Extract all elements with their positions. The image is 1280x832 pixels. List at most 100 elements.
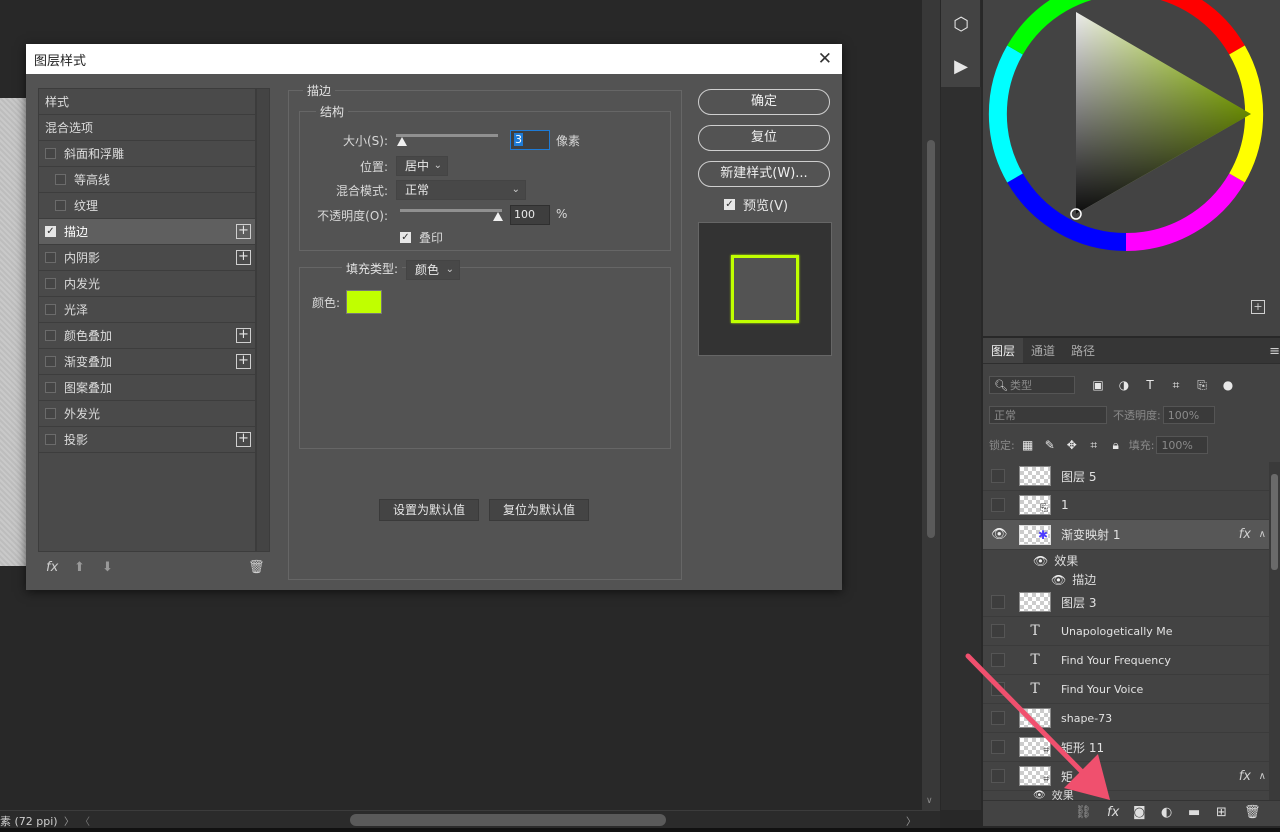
styles-header[interactable]: 样式 <box>39 89 255 115</box>
style-item-checkbox[interactable] <box>55 174 66 185</box>
add-instance-plus-icon[interactable]: + <box>236 354 251 369</box>
filter-toggle-icon[interactable]: ● <box>1219 378 1237 392</box>
layer-row-active[interactable]: 👁︎ ✱ 渐变映射 1 fx ∧ <box>983 520 1269 550</box>
add-instance-plus-icon[interactable]: + <box>236 432 251 447</box>
style-item-checkbox[interactable] <box>45 148 56 159</box>
filter-adjustment-icon[interactable]: ◑ <box>1115 378 1133 392</box>
canvas-vertical-scrollbar[interactable]: ∨ <box>922 0 940 810</box>
effect-stroke-row[interactable]: 👁︎ 描边 <box>983 570 1269 589</box>
style-item[interactable]: 内发光 <box>39 271 255 297</box>
filter-shape-icon[interactable]: ⌗ <box>1167 378 1185 393</box>
reset-default-button[interactable]: 复位为默认值 <box>489 499 589 521</box>
status-chevron-right-icon[interactable]: 〉 <box>64 813 74 828</box>
style-item[interactable]: 等高线 <box>39 167 255 193</box>
add-swatch-icon[interactable]: + <box>1251 300 1265 314</box>
eye-icon[interactable]: 👁︎ <box>1051 573 1066 587</box>
style-item-checkbox[interactable]: ✓ <box>45 226 56 237</box>
new-layer-icon[interactable]: ⊞ <box>1216 805 1227 820</box>
style-item[interactable]: 斜面和浮雕 <box>39 141 255 167</box>
expand-effects-icon[interactable]: ∧ <box>1259 529 1266 540</box>
size-input[interactable]: 3 <box>510 130 550 150</box>
move-up-icon[interactable]: ⬆ <box>74 560 85 575</box>
lock-move-icon[interactable]: ✥ <box>1063 438 1081 452</box>
panel-menu-icon[interactable]: ≡ <box>1269 344 1280 359</box>
color-wheel[interactable] <box>983 0 1280 336</box>
style-item-checkbox[interactable] <box>45 382 56 393</box>
layer-row[interactable]: ⎘ 1 <box>983 491 1269 520</box>
overprint-checkbox[interactable]: ✓ <box>400 232 411 243</box>
visibility-toggle[interactable] <box>991 498 1005 512</box>
visibility-toggle[interactable] <box>991 624 1005 638</box>
new-group-folder-icon[interactable]: ▬ <box>1188 805 1200 820</box>
style-item[interactable]: 光泽 <box>39 297 255 323</box>
style-item[interactable]: ✓ 描边 + <box>39 219 255 245</box>
layer-row[interactable]: 图层 5 <box>983 462 1269 491</box>
reset-button[interactable]: 复位 <box>698 125 830 151</box>
add-instance-plus-icon[interactable]: + <box>236 250 251 265</box>
style-item[interactable]: 外发光 <box>39 401 255 427</box>
add-instance-plus-icon[interactable]: + <box>236 224 251 239</box>
move-down-icon[interactable]: ⬇ <box>102 560 113 575</box>
layer-filter-select[interactable]: 🔍︎ 类型 <box>989 376 1075 394</box>
document-canvas-strip[interactable] <box>0 98 28 566</box>
visibility-toggle[interactable] <box>991 469 1005 483</box>
preview-checkbox[interactable]: ✓ <box>724 199 735 210</box>
style-item[interactable]: 纹理 <box>39 193 255 219</box>
play-actions-icon[interactable]: ▶ <box>945 48 977 84</box>
eye-icon[interactable]: 👁︎ <box>991 527 1008 542</box>
color-wheel-panel[interactable]: + <box>983 0 1280 336</box>
style-item-checkbox[interactable] <box>45 330 56 341</box>
lock-transparent-icon[interactable]: ▦ <box>1019 438 1037 452</box>
eye-icon[interactable]: 👁︎ <box>1033 554 1048 568</box>
size-slider-thumb[interactable] <box>397 137 407 146</box>
new-style-button[interactable]: 新建样式(W)... <box>698 161 830 187</box>
preview-toggle[interactable]: ✓ 预览(V) <box>724 195 788 214</box>
size-slider-track[interactable] <box>396 134 498 137</box>
dialog-titlebar[interactable]: 图层样式 ✕ <box>26 44 842 74</box>
tab-channels[interactable]: 通道 <box>1023 338 1063 363</box>
layer-fill-field[interactable]: 100% <box>1156 436 1209 454</box>
style-list-scrollbar[interactable] <box>256 88 270 552</box>
stroke-color-swatch[interactable] <box>346 290 382 314</box>
delete-layer-trash-icon[interactable]: 🗑︎ <box>1244 805 1261 820</box>
fx-icon[interactable]: fx <box>1239 527 1251 542</box>
lock-all-icon[interactable]: 🔒︎ <box>1107 438 1125 453</box>
canvas-vscroll-thumb[interactable] <box>927 140 935 538</box>
style-item-checkbox[interactable] <box>55 200 66 211</box>
opacity-input[interactable]: 100 <box>510 205 550 225</box>
style-item-checkbox[interactable] <box>45 434 56 445</box>
style-item[interactable]: 内阴影 + <box>39 245 255 271</box>
add-effect-fx-icon[interactable]: fx <box>46 560 58 575</box>
fx-icon[interactable]: fx <box>1239 769 1251 784</box>
style-item-checkbox[interactable] <box>45 252 56 263</box>
tab-paths[interactable]: 路径 <box>1063 338 1103 363</box>
expand-effects-icon[interactable]: ∧ <box>1259 771 1266 782</box>
layer-row[interactable]: 图层 3 <box>983 588 1269 617</box>
set-default-button[interactable]: 设置为默认值 <box>379 499 479 521</box>
layers-scrollbar[interactable] <box>1269 462 1280 802</box>
scroll-down-arrow-icon[interactable]: ∨ <box>926 796 933 806</box>
tab-layers[interactable]: 图层 <box>983 338 1024 363</box>
layers-scroll-thumb[interactable] <box>1271 474 1278 570</box>
canvas-hscroll-thumb[interactable] <box>350 814 666 826</box>
filter-smart-object-icon[interactable]: ⎘ <box>1193 378 1211 393</box>
opacity-slider-thumb[interactable] <box>493 212 503 221</box>
style-item-checkbox[interactable] <box>45 304 56 315</box>
lock-artboard-icon[interactable]: ⌗ <box>1085 438 1103 453</box>
effects-row[interactable]: 👁︎ 效果 <box>983 551 1269 570</box>
layer-opacity-field[interactable]: 100% <box>1162 406 1215 424</box>
hscroll-right-arrow-icon[interactable]: 〉 <box>906 813 916 828</box>
layer-row[interactable]: T Unapologetically Me <box>983 617 1269 646</box>
lock-paint-icon[interactable]: ✎ <box>1041 438 1059 452</box>
blend-mode-select[interactable]: 正常 <box>989 406 1107 424</box>
close-icon[interactable]: ✕ <box>818 49 832 69</box>
hscroll-left-arrow-icon[interactable]: 〈 <box>80 813 90 828</box>
blend-options-item[interactable]: 混合选项 <box>39 115 255 141</box>
delete-effect-trash-icon[interactable]: 🗑︎ <box>248 560 265 575</box>
style-item-checkbox[interactable] <box>45 356 56 367</box>
ok-button[interactable]: 确定 <box>698 89 830 115</box>
overprint-row[interactable]: ✓ 叠印 <box>400 229 443 246</box>
position-select[interactable]: 居中 ⌄ <box>396 156 448 176</box>
style-item-checkbox[interactable] <box>45 278 56 289</box>
blend-mode-select[interactable]: 正常 ⌄ <box>396 180 526 200</box>
